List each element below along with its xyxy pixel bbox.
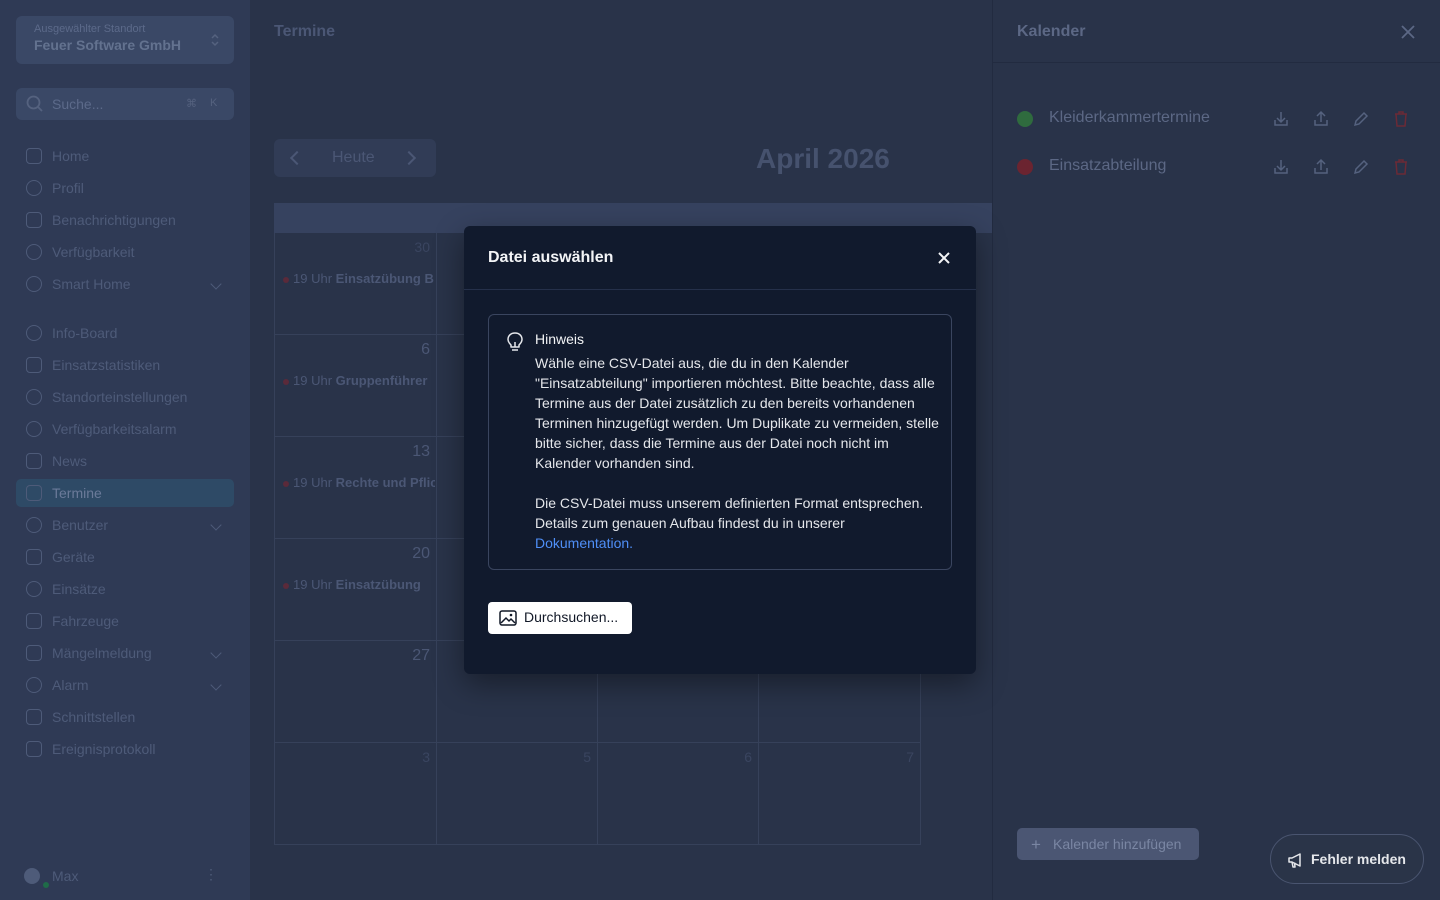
hint-paragraph: Die CSV-Datei muss unserem definierten F… xyxy=(535,493,941,553)
browse-button[interactable]: Durchsuchen... xyxy=(488,602,632,634)
report-error-button[interactable]: Fehler melden xyxy=(1270,834,1424,884)
report-error-label: Fehler melden xyxy=(1311,851,1406,867)
megaphone-icon xyxy=(1288,853,1301,868)
file-select-dialog: Datei auswählen Hinweis Wähle eine CSV-D… xyxy=(464,226,976,674)
hint-title: Hinweis xyxy=(535,331,585,347)
image-icon xyxy=(499,610,517,626)
hint-format-text: Die CSV-Datei muss unserem definierten F… xyxy=(535,495,924,531)
hint-paragraph: Wähle eine CSV-Datei aus, die du in den … xyxy=(535,355,939,471)
close-icon[interactable] xyxy=(936,250,952,266)
divider xyxy=(464,289,976,290)
hint-box: Hinweis Wähle eine CSV-Datei aus, die du… xyxy=(488,314,952,570)
lightbulb-icon xyxy=(507,332,523,351)
dialog-title: Datei auswählen xyxy=(488,249,614,266)
documentation-link[interactable]: Dokumentation. xyxy=(535,535,633,551)
browse-label: Durchsuchen... xyxy=(524,609,619,625)
hint-text: Wähle eine CSV-Datei aus, die du in den … xyxy=(535,353,941,553)
